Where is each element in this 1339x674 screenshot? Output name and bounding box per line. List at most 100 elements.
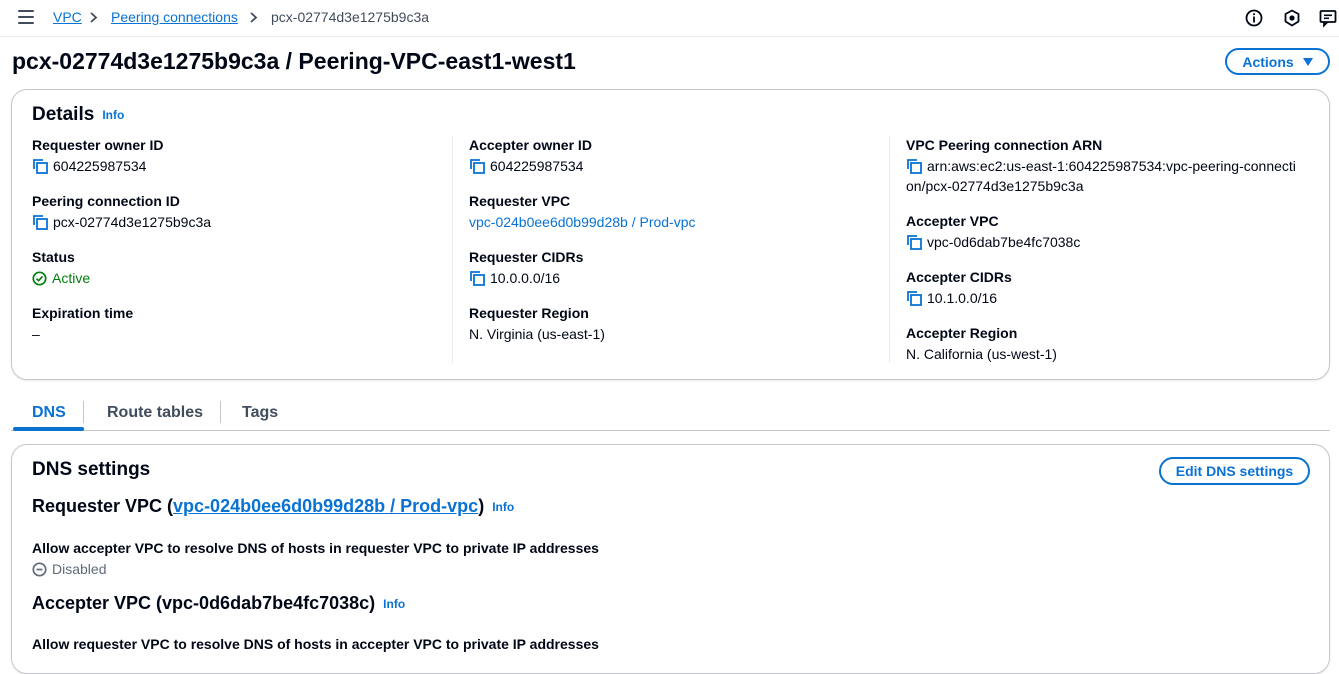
edit-dns-settings-button[interactable]: Edit DNS settings — [1159, 457, 1310, 485]
allow-requester-dns-field: Allow requester VPC to resolve DNS of ho… — [32, 636, 599, 653]
requester-cidrs-value: 10.0.0.0/16 — [490, 270, 561, 286]
requester-region-field: Requester Region N. Virginia (us-east-1) — [469, 305, 605, 344]
accepter-region-label: Accepter Region — [906, 325, 1018, 341]
requester-vpc-label: Requester VPC — [469, 193, 571, 209]
expiration-time-field: Expiration time – — [32, 305, 133, 344]
copy-icon[interactable] — [469, 270, 485, 286]
status-field: Status Active — [32, 249, 90, 288]
accepter-vpc-row: vpc-0d6dab7be4fc7038c — [906, 232, 1080, 252]
accepter-owner-id-label: Accepter owner ID — [469, 137, 592, 153]
column-divider — [452, 136, 453, 363]
hamburger-menu-icon[interactable] — [18, 10, 34, 24]
requester-region-value: N. Virginia (us-east-1) — [469, 326, 605, 342]
peering-connection-id-row: pcx-02774d3e1275b9c3a — [32, 212, 211, 232]
tab-route-tables[interactable]: Route tables — [107, 403, 203, 422]
breadcrumb-current: pcx-02774d3e1275b9c3a — [271, 9, 430, 25]
accepter-vpc-value: vpc-0d6dab7be4fc7038c — [927, 234, 1081, 250]
details-info-link[interactable]: Info — [102, 108, 124, 122]
peering-connection-id-label: Peering connection ID — [32, 193, 180, 209]
allow-accepter-dns-status: Disabled — [32, 559, 599, 579]
details-panel: Details Info Requester owner ID 604225987… — [11, 89, 1330, 380]
accepter-cidrs-field: Accepter CIDRs 10.1.0.0/16 — [906, 269, 1012, 308]
peering-connection-arn-field: VPC Peering connection ARN arn:aws:ec2:u… — [906, 137, 1296, 196]
arn-line-2: on/pcx-02774d3e1275b9c3a — [906, 178, 1084, 194]
shield-notification-icon[interactable] — [1282, 8, 1302, 28]
allow-accepter-dns-value: Disabled — [52, 561, 107, 577]
arn-line-1: arn:aws:ec2:us-east-1:604225987534:vpc-p… — [927, 158, 1296, 174]
status-value: Active — [52, 270, 91, 286]
requester-vpc-heading-link[interactable]: vpc-024b0ee6d0b99d28b / Prod-vpc — [173, 496, 478, 516]
column-divider — [889, 136, 890, 363]
copy-icon[interactable] — [906, 234, 922, 250]
requester-owner-id-field: Requester owner ID 604225987534 — [32, 137, 163, 176]
tab-tags[interactable]: Tags — [242, 403, 278, 422]
active-tab-indicator — [13, 427, 84, 431]
accepter-vpc-label: Accepter VPC — [906, 213, 999, 229]
allow-accepter-dns-label: Allow accepter VPC to resolve DNS of hos… — [32, 540, 599, 556]
breadcrumb-link-peering-connections[interactable]: Peering connections — [111, 9, 238, 25]
page-title: pcx-02774d3e1275b9c3a / Peering-VPC-east… — [12, 48, 576, 74]
tab-bar: DNS Route tables Tags — [11, 397, 1330, 431]
expiration-time-value: – — [32, 326, 40, 342]
caret-down-icon — [1302, 57, 1313, 66]
requester-owner-id-row: 604225987534 — [32, 156, 163, 176]
requester-vpc-info-link[interactable]: Info — [492, 500, 514, 514]
accepter-vpc-info-link[interactable]: Info — [383, 597, 405, 611]
allow-accepter-dns-field: Allow accepter VPC to resolve DNS of hos… — [32, 540, 599, 579]
peering-connection-arn-row: arn:aws:ec2:us-east-1:604225987534:vpc-p… — [906, 156, 1296, 196]
allow-requester-dns-label: Allow requester VPC to resolve DNS of ho… — [32, 636, 599, 652]
chevron-right-icon — [90, 12, 98, 23]
accepter-owner-id-value: 604225987534 — [490, 158, 584, 174]
dns-settings-panel: DNS settings Edit DNS settings Requester… — [11, 444, 1330, 674]
requester-vpc-field: Requester VPC vpc-024b0ee6d0b99d28b / Pr… — [469, 193, 696, 232]
requester-vpc-heading: Requester VPC (vpc-024b0ee6d0b99d28b / P… — [32, 495, 514, 518]
check-circle-icon — [32, 270, 47, 286]
accepter-region-field: Accepter Region N. California (us-west-1… — [906, 325, 1057, 364]
accepter-cidrs-label: Accepter CIDRs — [906, 269, 1012, 285]
requester-cidrs-field: Requester CIDRs 10.0.0.0/16 — [469, 249, 583, 288]
actions-button-label: Actions — [1242, 53, 1294, 70]
copy-icon[interactable] — [32, 214, 48, 230]
info-circle-icon[interactable] — [1244, 8, 1264, 28]
details-heading: Details Info — [32, 104, 124, 126]
feedback-icon[interactable] — [1318, 8, 1338, 28]
tab-separator — [220, 401, 221, 423]
accepter-vpc-field: Accepter VPC vpc-0d6dab7be4fc7038c — [906, 213, 1080, 252]
breadcrumb-item-peering-connections[interactable]: Peering connections — [111, 9, 238, 26]
peering-connection-id-value: pcx-02774d3e1275b9c3a — [53, 214, 212, 230]
details-title: Details — [32, 104, 95, 125]
tab-separator — [83, 401, 84, 423]
requester-cidrs-label: Requester CIDRs — [469, 249, 584, 265]
accepter-vpc-heading-text: Accepter VPC (vpc-0d6dab7be4fc7038c) — [32, 593, 376, 613]
requester-region-label: Requester Region — [469, 305, 589, 321]
requester-owner-id-label: Requester owner ID — [32, 137, 164, 153]
accepter-owner-id-row: 604225987534 — [469, 156, 592, 176]
breadcrumb-link-vpc[interactable]: VPC — [53, 9, 82, 25]
accepter-region-value: N. California (us-west-1) — [906, 346, 1057, 362]
peering-connection-arn-label: VPC Peering connection ARN — [906, 137, 1103, 153]
accepter-cidrs-value: 10.1.0.0/16 — [927, 290, 998, 306]
accepter-owner-id-field: Accepter owner ID 604225987534 — [469, 137, 592, 176]
peering-connection-arn-value: arn:aws:ec2:us-east-1:604225987534:vpc-p… — [906, 156, 1296, 196]
accepter-vpc-heading: Accepter VPC (vpc-0d6dab7be4fc7038c) Info — [32, 592, 405, 615]
requester-cidrs-row: 10.0.0.0/16 — [469, 268, 583, 288]
copy-icon[interactable] — [469, 158, 485, 174]
status-label: Status — [32, 249, 75, 265]
minus-circle-icon — [32, 561, 47, 577]
requester-vpc-heading-prefix: Requester VPC ( — [32, 496, 174, 516]
copy-icon[interactable] — [906, 290, 922, 306]
chevron-right-icon — [250, 12, 258, 23]
breadcrumb-item-vpc[interactable]: VPC — [53, 9, 82, 26]
accepter-cidrs-row: 10.1.0.0/16 — [906, 288, 1012, 308]
copy-icon[interactable] — [32, 158, 48, 174]
peering-connection-id-field: Peering connection ID pcx-02774d3e1275b9… — [32, 193, 211, 232]
requester-vpc-link[interactable]: vpc-024b0ee6d0b99d28b / Prod-vpc — [469, 212, 696, 232]
status-badge: Active — [32, 268, 90, 288]
top-navigation-bar: VPC Peering connections pcx-02774d3e1275… — [0, 0, 1339, 37]
tab-dns[interactable]: DNS — [32, 403, 66, 422]
requester-vpc-heading-suffix: ) — [478, 496, 485, 516]
actions-button[interactable]: Actions — [1225, 48, 1330, 75]
copy-icon[interactable] — [906, 158, 922, 174]
requester-owner-id-value: 604225987534 — [53, 158, 147, 174]
expiration-time-label: Expiration time — [32, 305, 134, 321]
